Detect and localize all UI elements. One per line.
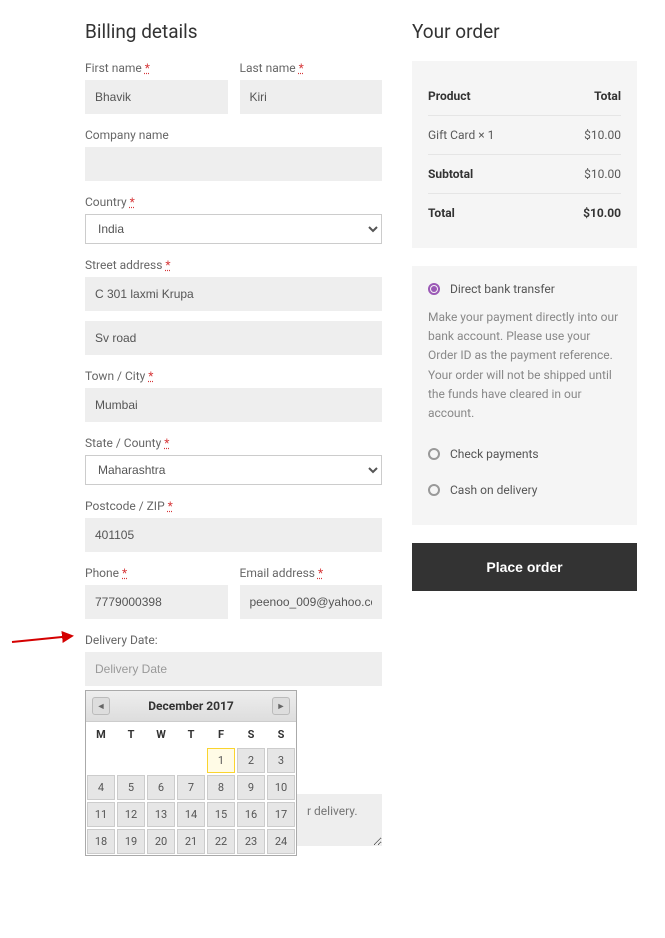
place-order-button[interactable]: Place order [412,543,637,591]
payment-option[interactable]: Direct bank transfer [428,282,621,296]
datepicker-title: December 2017 [148,699,234,713]
payment-option[interactable]: Check payments [428,437,621,471]
radio-icon [428,283,440,295]
datepicker-dow: W [146,722,176,747]
state-select[interactable]: Maharashtra [85,455,382,485]
street1-input[interactable] [85,277,382,311]
payment-description: Make your payment directly into our bank… [428,298,621,437]
order-subtotal-label: Subtotal [428,167,473,181]
city-label: Town / City * [85,369,382,383]
datepicker-day[interactable]: 23 [237,829,265,854]
datepicker-day[interactable]: 17 [267,802,295,827]
first-name-label: First name * [85,61,228,75]
datepicker: ◄ December 2017 ► MTWTFSS 12345678910111… [85,690,297,856]
radio-icon [428,484,440,496]
datepicker-dow: T [176,722,206,747]
order-item-total: $10.00 [584,128,621,142]
payment-option-label: Check payments [450,447,539,461]
datepicker-next[interactable]: ► [272,697,290,715]
datepicker-day[interactable]: 5 [117,775,145,800]
radio-icon [428,448,440,460]
datepicker-day[interactable]: 10 [267,775,295,800]
phone-input[interactable] [85,585,228,619]
first-name-input[interactable] [85,80,228,114]
email-label: Email address * [240,566,383,580]
datepicker-day[interactable]: 6 [147,775,175,800]
order-total-label: Total [428,206,455,220]
datepicker-day[interactable]: 14 [177,802,205,827]
datepicker-day[interactable]: 7 [177,775,205,800]
datepicker-day[interactable]: 4 [87,775,115,800]
datepicker-dow: S [236,722,266,747]
company-input[interactable] [85,147,382,181]
state-label: State / County * [85,436,382,450]
order-head-product: Product [428,89,471,103]
datepicker-dow: F [206,722,236,747]
order-total: $10.00 [583,206,621,220]
datepicker-prev[interactable]: ◄ [92,697,110,715]
datepicker-day[interactable]: 19 [117,829,145,854]
email-input[interactable] [240,585,383,619]
postcode-input[interactable] [85,518,382,552]
datepicker-day[interactable]: 9 [237,775,265,800]
street-label: Street address * [85,258,382,272]
datepicker-day[interactable]: 22 [207,829,235,854]
datepicker-dow: S [266,722,296,747]
payment-option-label: Direct bank transfer [450,282,555,296]
datepicker-day[interactable]: 24 [267,829,295,854]
order-subtotal: $10.00 [584,167,621,181]
datepicker-day[interactable]: 12 [117,802,145,827]
last-name-input[interactable] [240,80,383,114]
order-title: Your order [412,20,637,43]
datepicker-day[interactable]: 2 [237,748,265,773]
order-item-name: Gift Card × 1 [428,128,494,142]
datepicker-day[interactable]: 21 [177,829,205,854]
datepicker-day[interactable]: 8 [207,775,235,800]
payment-option-label: Cash on delivery [450,483,537,497]
pointer-arrow [10,625,80,647]
datepicker-day[interactable]: 11 [87,802,115,827]
street2-input[interactable] [85,321,382,355]
datepicker-dow: M [86,722,116,747]
billing-title: Billing details [85,20,382,43]
payment-methods: Direct bank transfer Make your payment di… [412,266,637,525]
country-label: Country * [85,195,382,209]
datepicker-day[interactable]: 18 [87,829,115,854]
order-summary: Product Total Gift Card × 1 $10.00 Subto… [412,61,637,248]
postcode-label: Postcode / ZIP * [85,499,382,513]
datepicker-day[interactable]: 3 [267,748,295,773]
country-select[interactable]: India [85,214,382,244]
datepicker-day[interactable]: 1 [207,748,235,773]
phone-label: Phone * [85,566,228,580]
last-name-label: Last name * [240,61,383,75]
datepicker-day[interactable]: 16 [237,802,265,827]
order-notes[interactable] [297,794,382,846]
city-input[interactable] [85,388,382,422]
company-label: Company name [85,128,382,142]
payment-option[interactable]: Cash on delivery [428,473,621,507]
delivery-date-label: Delivery Date: [85,633,382,647]
datepicker-day[interactable]: 13 [147,802,175,827]
datepicker-day[interactable]: 15 [207,802,235,827]
datepicker-day[interactable]: 20 [147,829,175,854]
datepicker-dow: T [116,722,146,747]
delivery-date-input[interactable] [85,652,382,686]
order-head-total: Total [594,89,621,103]
